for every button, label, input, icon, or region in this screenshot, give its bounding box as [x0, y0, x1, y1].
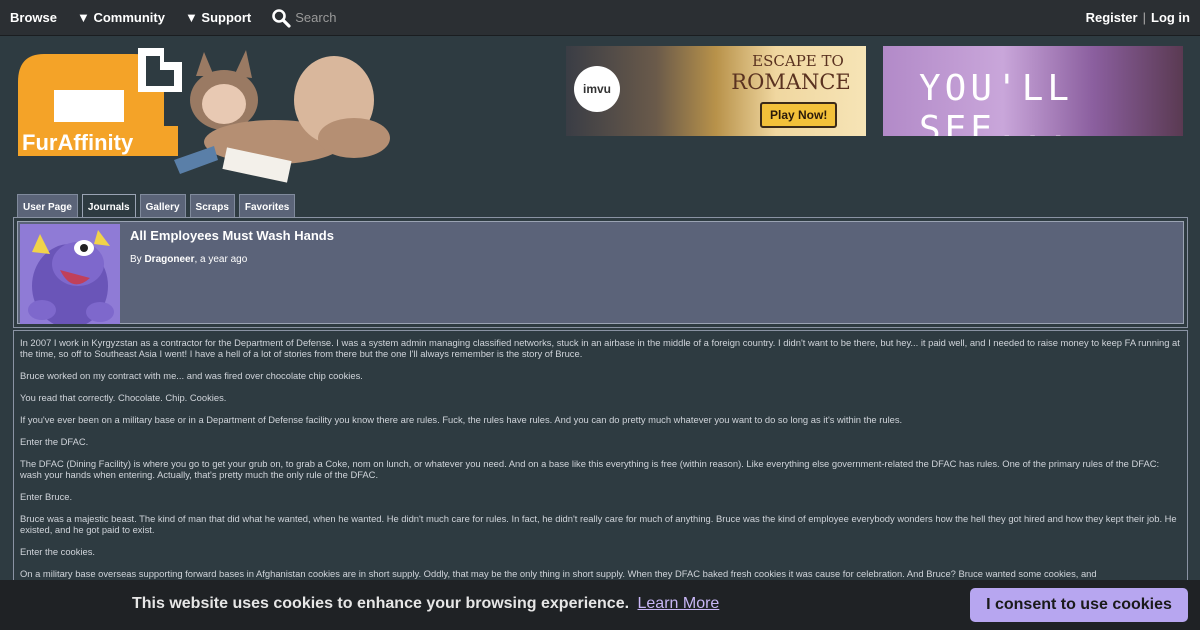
journal-time: , a year ago — [194, 254, 248, 265]
journal-paragraph: The DFAC (Dining Facility) is where you … — [20, 458, 1160, 480]
cookie-banner: This website uses cookies to enhance you… — [0, 580, 1200, 630]
tab-user-page[interactable]: User Page — [17, 194, 78, 218]
ad2-text: YOU'LL SEE... — [919, 68, 1074, 136]
profile-tabs: User Page Journals Gallery Scraps Favori… — [17, 194, 299, 218]
journal-body: In 2007 I work in Kyrgyzstan as a contra… — [13, 330, 1188, 590]
byline-prefix: By — [130, 254, 142, 265]
ad-line2: ROMANCE — [731, 70, 851, 94]
search-box — [271, 8, 476, 28]
cookie-consent-button[interactable]: I consent to use cookies — [970, 588, 1188, 622]
ad-line1: ESCAPE TO — [752, 52, 844, 70]
journal-paragraph: Enter the DFAC. — [20, 436, 89, 447]
top-nav: Browse ▼ Community ▼ Support Register | … — [0, 0, 1200, 36]
cookie-text: This website uses cookies to enhance you… — [132, 595, 630, 612]
search-input[interactable] — [295, 10, 476, 25]
journal-paragraph: If you've ever been on a military base o… — [20, 414, 903, 425]
journal-header-inner: All Employees Must Wash Hands By Dragone… — [17, 221, 1184, 324]
ad-banner-romance[interactable]: imvu ESCAPE TO ROMANCE Play Now! — [566, 46, 866, 136]
tab-favorites[interactable]: Favorites — [238, 194, 296, 218]
journal-paragraph: In 2007 I work in Kyrgyzstan as a contra… — [20, 337, 1180, 359]
journal-paragraph: On a military base overseas supporting f… — [20, 568, 1097, 579]
learn-more-link[interactable]: Learn More — [638, 595, 720, 612]
nav-community[interactable]: ▼ Community — [77, 10, 165, 25]
nav-support[interactable]: ▼ Support — [185, 10, 251, 25]
journal-paragraph: Bruce was a majestic beast. The kind of … — [20, 513, 1177, 535]
login-link[interactable]: Log in — [1151, 10, 1190, 25]
author-avatar[interactable] — [20, 224, 120, 324]
register-link[interactable]: Register — [1086, 10, 1138, 25]
nav-browse[interactable]: Browse — [10, 10, 57, 25]
journal-paragraph: You read that correctly. Chocolate. Chip… — [20, 392, 227, 403]
ad-play-button[interactable]: Play Now! — [760, 102, 838, 128]
nav-left: Browse ▼ Community ▼ Support — [10, 8, 476, 28]
imvu-logo: imvu — [574, 66, 620, 112]
search-icon[interactable] — [271, 8, 291, 28]
tab-gallery[interactable]: Gallery — [139, 194, 186, 218]
journal-paragraph: Enter Bruce. — [20, 491, 73, 502]
journal-header: All Employees Must Wash Hands By Dragone… — [13, 217, 1188, 328]
nav-right: Register | Log in — [1086, 10, 1190, 25]
tab-journals[interactable]: Journals — [81, 194, 136, 218]
journal-byline: By Dragoneer, a year ago — [130, 254, 247, 265]
journal-paragraph: Enter the cookies. — [20, 546, 96, 557]
ad-banner-yousee[interactable]: YOU'LL SEE... — [883, 46, 1183, 136]
journal-paragraph: Bruce worked on my contract with me... a… — [20, 370, 363, 381]
cookie-message: This website uses cookies to enhance you… — [132, 595, 719, 613]
journal-title: All Employees Must Wash Hands — [130, 228, 334, 243]
site-logo[interactable]: FurAffinity — [14, 42, 424, 192]
author-link[interactable]: Dragoneer — [144, 254, 194, 265]
site-header: FurAffinity imvu ESCAPE TO ROMANCE Play … — [0, 36, 1200, 186]
nav-separator: | — [1142, 10, 1146, 25]
logo-text: FurAffinity — [22, 130, 134, 155]
tab-scraps[interactable]: Scraps — [189, 194, 235, 218]
